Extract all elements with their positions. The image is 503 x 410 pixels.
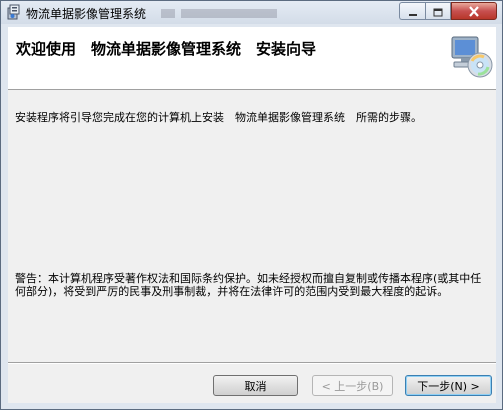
wizard-heading: 欢迎使用 物流单据影像管理系统 安装向导	[16, 40, 317, 58]
close-icon	[468, 2, 480, 21]
maximize-button[interactable]	[425, 2, 451, 20]
back-button[interactable]: < 上一步(B)	[312, 375, 393, 396]
intro-text: 安装程序将引导您完成在您的计算机上安装 物流单据影像管理系统 所需的步骤。	[15, 111, 422, 124]
wizard-content: 安装程序将引导您完成在您的计算机上安装 物流单据影像管理系统 所需的步骤。 警告…	[8, 90, 496, 362]
close-button[interactable]	[451, 2, 497, 20]
wizard-footer: 取消 < 上一步(B) 下一步(N) >	[8, 364, 496, 403]
cancel-button[interactable]: 取消	[213, 375, 298, 396]
installer-icon	[6, 4, 22, 20]
next-button[interactable]: 下一步(N) >	[405, 375, 492, 396]
title-bar-ghost-text	[161, 5, 281, 19]
window-bottom-edge	[1, 403, 502, 409]
computer-disc-icon	[448, 33, 494, 81]
copyright-warning: 警告：本计算机程序受著作权法和国际条约保护。如未经授权而擅自复制或传播本程序(或…	[15, 272, 482, 298]
minimize-icon	[408, 2, 418, 21]
window-title: 物流单据影像管理系统	[26, 7, 147, 21]
wizard-header-banner: 欢迎使用 物流单据影像管理系统 安装向导	[8, 27, 496, 90]
maximize-icon	[433, 2, 443, 21]
minimize-button[interactable]	[399, 2, 425, 20]
title-bar[interactable]: 物流单据影像管理系统	[1, 1, 502, 24]
installer-window: 物流单据影像管理系统 欢迎使用 物流单据影像管理系统 安装向导 安装程序将引导您…	[0, 0, 503, 410]
